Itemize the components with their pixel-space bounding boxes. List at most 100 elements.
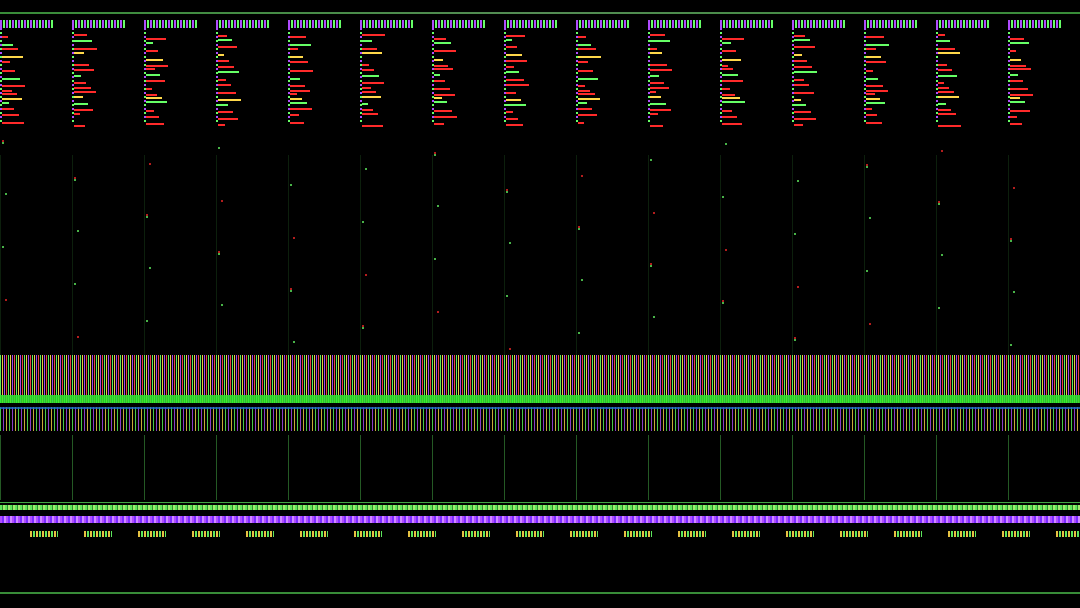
- trace-line: [794, 60, 807, 62]
- trace-line: [506, 111, 513, 113]
- trace-line: [290, 56, 303, 58]
- column-divider: [288, 155, 289, 365]
- trace-line: [2, 85, 25, 87]
- trace-line: [506, 35, 525, 37]
- trace-line: [938, 64, 947, 66]
- trace-line: [74, 113, 80, 115]
- column-header-label: [792, 20, 846, 28]
- trace-line: [722, 88, 730, 90]
- trace-line: [1010, 97, 1020, 99]
- secondary-waveform-band: [0, 407, 1080, 431]
- sparse-marker: [1013, 187, 1015, 189]
- trace-line: [866, 93, 875, 95]
- trace-line: [218, 66, 234, 68]
- trace-line: [362, 34, 385, 36]
- trace-line: [434, 97, 442, 99]
- column-header-label: [720, 20, 774, 28]
- sparse-marker: [509, 348, 511, 350]
- trace-line: [866, 61, 886, 63]
- column-divider-lower: [936, 435, 937, 500]
- trace-line: [578, 93, 595, 95]
- trace-line: [722, 110, 732, 112]
- trace-line: [938, 34, 945, 36]
- sparse-marker: [221, 200, 223, 202]
- trace-line: [146, 94, 157, 96]
- trace-line: [362, 40, 372, 42]
- sparse-marker: [218, 147, 220, 149]
- trace-line: [938, 103, 946, 105]
- trace-line: [290, 44, 311, 46]
- trace-line: [506, 84, 529, 86]
- trace-line: [290, 114, 299, 116]
- trace-line: [218, 104, 228, 106]
- trace-line: [650, 64, 667, 66]
- trace-line: [362, 113, 378, 115]
- trace-line: [578, 70, 593, 72]
- sparse-marker: [2, 142, 4, 144]
- tick-mark: [300, 531, 328, 537]
- trace-line: [578, 102, 587, 104]
- sparse-marker: [941, 254, 943, 256]
- tick-mark: [570, 531, 598, 537]
- trace-line: [578, 61, 588, 63]
- sparse-marker: [74, 283, 76, 285]
- column-panel: [144, 20, 216, 520]
- sparse-marker: [5, 299, 7, 301]
- sparse-marker: [509, 242, 511, 244]
- trace-line: [722, 116, 737, 118]
- trace-line: [578, 122, 584, 124]
- window-title: [0, 0, 1, 1]
- trace-line: [938, 52, 960, 54]
- trace-line: [362, 48, 377, 50]
- sparse-marker: [650, 265, 652, 267]
- sparse-marker: [434, 258, 436, 260]
- sparse-marker: [2, 246, 4, 248]
- column-divider: [0, 155, 1, 365]
- column-divider: [648, 155, 649, 365]
- trace-line: [722, 59, 741, 61]
- column-panel: [288, 20, 360, 520]
- column-divider-lower: [864, 435, 865, 500]
- column-divider: [792, 155, 793, 365]
- sparse-marker: [581, 175, 583, 177]
- trace-line: [146, 97, 162, 99]
- sparse-marker: [866, 166, 868, 168]
- trace-line: [866, 102, 885, 104]
- sparse-marker: [77, 336, 79, 338]
- trace-line: [362, 103, 368, 105]
- trace-line: [650, 109, 671, 111]
- column-panel: [792, 20, 864, 520]
- sparse-marker: [5, 193, 7, 195]
- trace-line: [938, 87, 949, 89]
- column-header-label: [216, 20, 270, 28]
- column-panel: [504, 20, 576, 520]
- trace-line: [1010, 38, 1024, 40]
- trace-line: [650, 52, 662, 54]
- sparse-marker: [149, 267, 151, 269]
- tick-mark: [732, 531, 760, 537]
- trace-line: [218, 35, 227, 37]
- trace-line: [794, 99, 801, 101]
- main-waveform-band: [0, 355, 1080, 403]
- trace-line: [362, 69, 374, 71]
- column-divider-lower: [432, 435, 433, 500]
- trace-line: [434, 38, 446, 40]
- trace-line: [866, 78, 878, 80]
- trace-line: [74, 96, 83, 98]
- column-header-label: [360, 20, 414, 28]
- trace-line: [506, 66, 514, 68]
- trace-line: [506, 39, 512, 41]
- sparse-marker: [146, 320, 148, 322]
- trace-line: [1010, 68, 1031, 70]
- sparse-marker: [869, 217, 871, 219]
- trace-line: [74, 52, 84, 54]
- sparse-marker: [437, 311, 439, 313]
- trace-line: [434, 59, 443, 61]
- tick-mark: [840, 531, 868, 537]
- column-header-label: [72, 20, 126, 28]
- trace-line: [506, 71, 519, 73]
- trace-line: [218, 60, 229, 62]
- trace-line: [362, 91, 376, 93]
- trace-line: [722, 74, 738, 76]
- trace-line: [650, 34, 665, 36]
